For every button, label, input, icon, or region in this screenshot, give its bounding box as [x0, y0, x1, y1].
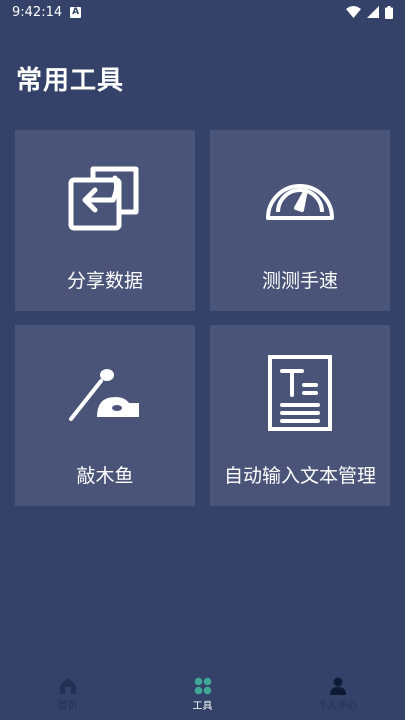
- nav-item-label: 个人中心: [317, 700, 358, 712]
- tool-card-label: 测测手速: [261, 270, 338, 292]
- tool-card-wooden-fish[interactable]: 敲木鱼: [15, 325, 195, 506]
- nav-item-label: 工具: [192, 700, 213, 712]
- status-right: [346, 5, 393, 19]
- signal-icon: [367, 6, 379, 18]
- text-document-icon: [268, 355, 332, 431]
- nav-item-home[interactable]: 首页: [18, 677, 118, 712]
- home-icon: [59, 677, 76, 694]
- share-data-icon: [68, 166, 139, 231]
- speedometer-icon: [266, 184, 334, 220]
- tool-card-auto-text[interactable]: 自动输入文本管理: [210, 325, 390, 506]
- status-time: 9:42:14: [12, 4, 63, 20]
- tool-card-share-data[interactable]: 分享数据: [15, 130, 195, 311]
- page-title: 常用工具: [16, 66, 125, 96]
- bottom-nav: 首页 工具 个人中心: [0, 668, 405, 720]
- wifi-icon: [346, 6, 361, 18]
- tool-card-hand-speed[interactable]: 测测手速: [210, 130, 390, 311]
- grid-icon: [194, 677, 211, 694]
- status-bar: 9:42:14 A: [0, 0, 405, 24]
- wooden-fish-icon: [69, 369, 139, 421]
- tool-card-label: 自动输入文本管理: [223, 465, 376, 487]
- tool-card-label: 敲木鱼: [76, 465, 134, 487]
- nav-item-profile[interactable]: 个人中心: [288, 677, 388, 712]
- person-icon: [329, 677, 346, 695]
- nav-item-tools[interactable]: 工具: [153, 677, 253, 712]
- status-left: 9:42:14 A: [12, 4, 82, 20]
- battery-icon: [385, 5, 393, 19]
- tool-card-label: 分享数据: [66, 270, 143, 292]
- nav-item-label: 首页: [57, 700, 78, 712]
- a-box-icon: A: [70, 6, 82, 18]
